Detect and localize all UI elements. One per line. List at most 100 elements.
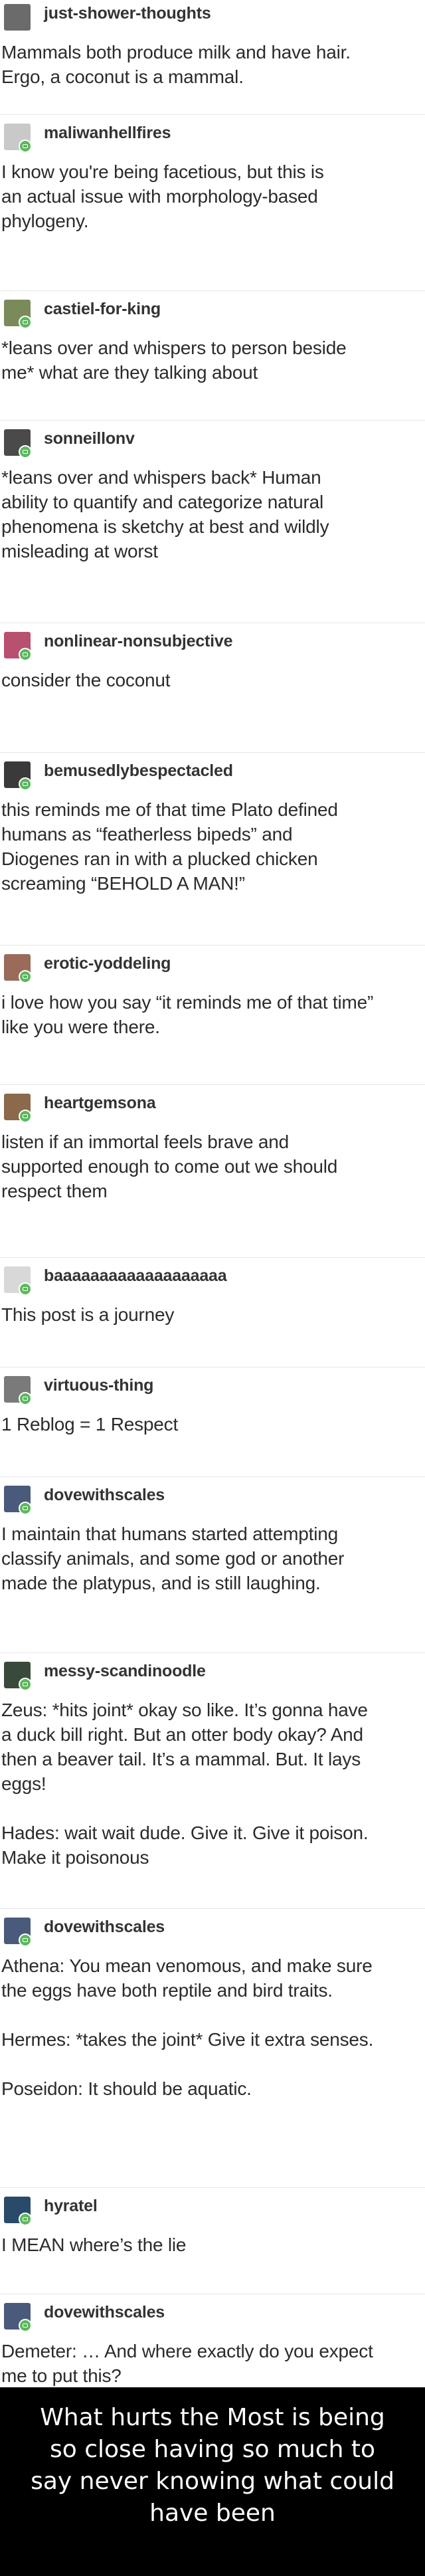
reblog-header: virtuous-thing xyxy=(0,1372,425,1409)
divider xyxy=(0,752,425,753)
post-text-line: Demeter: … And where exactly do you expe… xyxy=(1,2341,373,2361)
post-text-line: Poseidon: It should be aquatic. xyxy=(1,2078,252,2099)
post-text-line: phylogeny. xyxy=(1,211,89,231)
post-body: Mammals both produce milk and have hair.… xyxy=(1,40,420,89)
meme-caption: What hurts the Most is being so close ha… xyxy=(0,2387,425,2576)
post-text-line: Ergo, a coconut is a mammal. xyxy=(1,66,244,87)
post-body: consider the coconut xyxy=(1,668,420,692)
post-body: i love how you say “it reminds me of tha… xyxy=(1,990,420,1039)
post-text-line: listen if an immortal feels brave and xyxy=(1,1132,290,1152)
post-text-line: Make it poisonous xyxy=(1,1847,149,1868)
reblog-icon xyxy=(19,1392,32,1405)
username-link[interactable]: dovewithscales xyxy=(44,1486,165,1505)
reblog-header: castiel-for-king xyxy=(0,296,425,333)
post-text-line: the eggs have both reptile and bird trai… xyxy=(1,1980,333,2001)
caption-text: What hurts the Most is being so close ha… xyxy=(31,2404,394,2527)
divider xyxy=(0,1084,425,1085)
post-text-line: like you were there. xyxy=(1,1017,160,1037)
reblog-header: hyratel xyxy=(0,2193,425,2230)
reblog-icon xyxy=(19,2213,32,2226)
reblog-header: messy-scandinoodle xyxy=(0,1658,425,1695)
post-text-line: respect them xyxy=(1,1181,108,1201)
post-text-line: misleading at worst xyxy=(1,541,158,561)
username-link[interactable]: castiel-for-king xyxy=(44,300,161,319)
post-text-line: I MEAN where’s the lie xyxy=(1,2234,187,2255)
reblog-icon xyxy=(19,1678,32,1691)
username-link[interactable]: erotic-yoddeling xyxy=(44,954,171,973)
post-text-line: i love how you say “it reminds me of tha… xyxy=(1,992,374,1013)
post-text-line: consider the coconut xyxy=(1,670,171,690)
reblog-header: erotic-yoddeling xyxy=(0,950,425,987)
reblog-icon xyxy=(19,970,32,983)
post-text-line: Zeus: *hits joint* okay so like. It’s go… xyxy=(1,1700,368,1720)
post-text-line: phenomena is sketchy at best and wildly xyxy=(1,516,329,537)
username-link[interactable]: nonlinear-nonsubjective xyxy=(44,632,233,651)
post-text-line: Hermes: *takes the joint* Give it extra … xyxy=(1,2029,374,2050)
reblog-header: dovewithscales xyxy=(0,1914,425,1951)
username-link[interactable]: heartgemsona xyxy=(44,1094,156,1113)
post-text-line: supported enough to come out we should xyxy=(1,1156,338,1177)
reblog-icon xyxy=(19,648,32,661)
divider xyxy=(0,2187,425,2188)
post-body: Zeus: *hits joint* okay so like. It’s go… xyxy=(1,1698,420,1870)
post-text-line: an actual issue with morphology-based xyxy=(1,186,318,207)
reblog-icon xyxy=(19,140,32,153)
post-text-line: made the platypus, and is still laughing… xyxy=(1,1573,321,1593)
post-text-line xyxy=(1,1796,420,1821)
post-body: Athena: You mean venomous, and make sure… xyxy=(1,1953,420,2101)
username-link[interactable]: hyratel xyxy=(44,2197,98,2216)
post-text-line: Hades: wait wait dude. Give it. Give it … xyxy=(1,1823,369,1843)
reblog-header: sonneillonv xyxy=(0,425,425,462)
avatar[interactable] xyxy=(4,4,31,31)
reblog-header: dovewithscales xyxy=(0,2299,425,2336)
username-link[interactable]: just-shower-thoughts xyxy=(44,4,211,23)
post-text-line: me to put this? xyxy=(1,2365,122,2386)
username-link[interactable]: messy-scandinoodle xyxy=(44,1662,206,1681)
divider xyxy=(0,1257,425,1258)
username-link[interactable]: dovewithscales xyxy=(44,2303,165,2322)
reblog-header: baaaaaaaaaaaaaaaaaaa xyxy=(0,1262,425,1300)
divider xyxy=(0,420,425,421)
post-text-line: screaming “BEHOLD A MAN!” xyxy=(1,873,245,894)
post-body: I know you're being facetious, but this … xyxy=(1,159,420,233)
post-body: *leans over and whispers to person besid… xyxy=(1,336,420,385)
post-text-line xyxy=(1,2003,420,2027)
post-text-line: ability to quantify and categorize natur… xyxy=(1,492,324,512)
post-text-line xyxy=(1,2052,420,2076)
username-link[interactable]: dovewithscales xyxy=(44,1918,165,1937)
username-link[interactable]: virtuous-thing xyxy=(44,1376,153,1395)
reblog-icon xyxy=(19,777,32,791)
post-body: this reminds me of that time Plato defin… xyxy=(1,797,420,896)
reblog-icon xyxy=(19,316,32,329)
post-text-line: Diogenes ran in with a plucked chicken xyxy=(1,848,318,869)
post-text-line: This post is a journey xyxy=(1,1304,175,1325)
reblog-header: bemusedlybespectacled xyxy=(0,757,425,795)
username-link[interactable]: baaaaaaaaaaaaaaaaaaa xyxy=(44,1266,227,1286)
reblog-header: nonlinear-nonsubjective xyxy=(0,628,425,665)
divider xyxy=(0,1476,425,1477)
post-text-line: then a beaver tail. It’s a mammal. But. … xyxy=(1,1749,361,1769)
post-text-line: a duck bill right. But an otter body oka… xyxy=(1,1724,363,1745)
username-link[interactable]: bemusedlybespectacled xyxy=(44,761,233,781)
username-link[interactable]: sonneillonv xyxy=(44,429,135,448)
reblog-icon xyxy=(19,1110,32,1123)
username-link[interactable]: maliwanhellfires xyxy=(44,124,171,143)
post-body: listen if an immortal feels brave and sup… xyxy=(1,1130,420,1203)
reblog-icon xyxy=(19,1282,32,1296)
reblog-icon xyxy=(19,2319,32,2332)
post-text-line: me* what are they talking about xyxy=(1,362,258,383)
post-text-line: classify animals, and some god or anothe… xyxy=(1,1548,345,1569)
divider xyxy=(0,114,425,115)
reblog-header: dovewithscales xyxy=(0,1482,425,1519)
divider xyxy=(0,290,425,291)
reblog-icon xyxy=(19,445,32,458)
post-text-line: this reminds me of that time Plato defin… xyxy=(1,799,338,820)
post-text-line: eggs! xyxy=(1,1773,46,1794)
post-body: I MEAN where’s the lie xyxy=(1,2232,420,2257)
post-text-line: *leans over and whispers back* Human xyxy=(1,467,321,488)
post-text-line: Athena: You mean venomous, and make sure xyxy=(1,1955,373,1976)
reblog-header: heartgemsona xyxy=(0,1090,425,1127)
post-text-line: I know you're being facetious, but this … xyxy=(1,161,324,182)
post-text-line: Mammals both produce milk and have hair. xyxy=(1,42,351,62)
reblog-icon xyxy=(19,1933,32,1947)
